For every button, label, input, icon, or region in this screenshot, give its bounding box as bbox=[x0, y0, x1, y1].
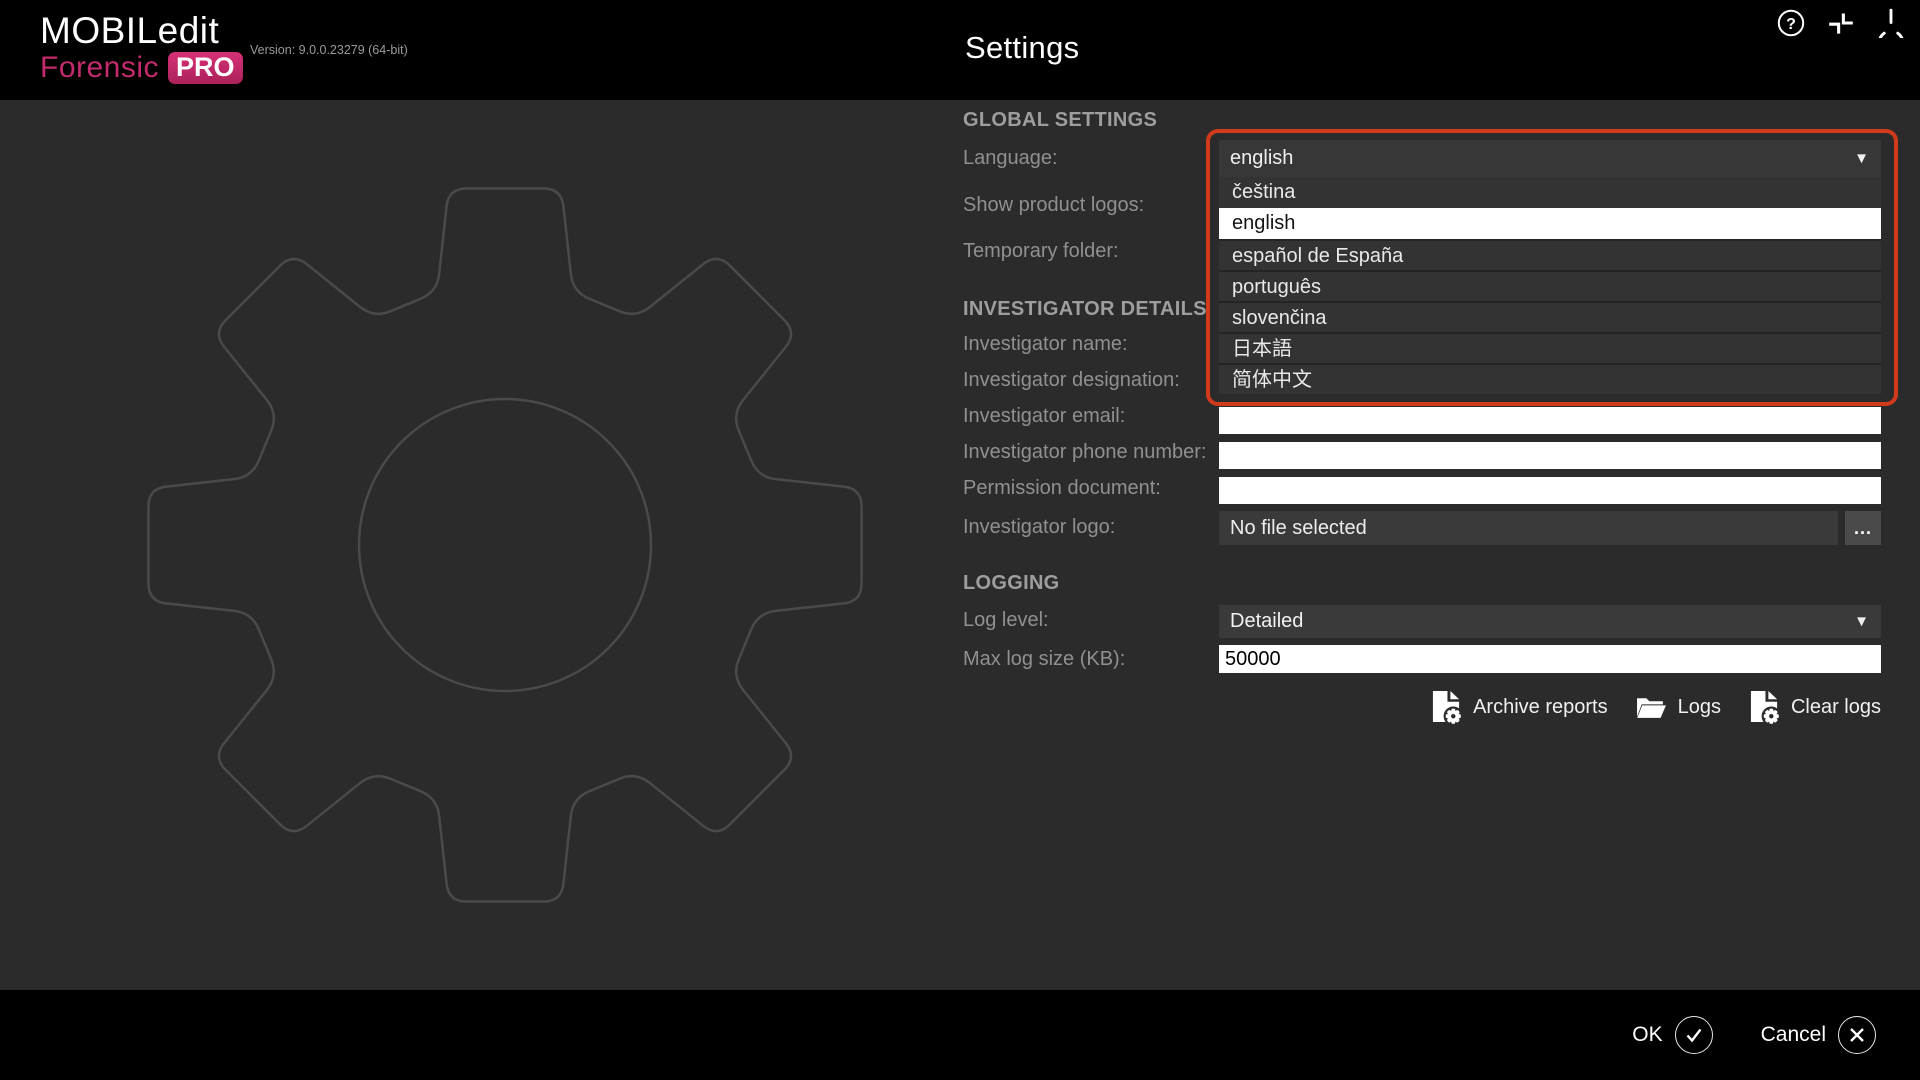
global-settings-header: GLOBAL SETTINGS bbox=[963, 109, 1157, 132]
investigator-details-header: INVESTIGATOR DETAILS bbox=[963, 298, 1207, 321]
document-gear-icon bbox=[1749, 690, 1780, 725]
page-title: Settings bbox=[965, 30, 1079, 66]
document-gear-icon bbox=[1431, 690, 1462, 725]
chevron-down-icon: ▼ bbox=[1854, 613, 1869, 630]
permission-document-label: Permission document: bbox=[963, 477, 1161, 500]
language-dropdown[interactable]: english ▼ bbox=[1219, 140, 1881, 177]
check-icon bbox=[1675, 1016, 1713, 1054]
logs-label: Logs bbox=[1678, 696, 1721, 719]
investigator-email-field[interactable] bbox=[1219, 407, 1881, 434]
language-option[interactable]: português bbox=[1219, 270, 1881, 301]
power-icon bbox=[1876, 8, 1906, 38]
language-dropdown-value: english bbox=[1230, 147, 1854, 170]
investigator-logo-field[interactable]: No file selected bbox=[1219, 511, 1838, 545]
folder-icon bbox=[1636, 695, 1667, 720]
max-log-size-label: Max log size (KB): bbox=[963, 648, 1125, 671]
language-label: Language: bbox=[963, 147, 1058, 170]
log-level-value: Detailed bbox=[1230, 610, 1854, 633]
cancel-label: Cancel bbox=[1761, 1023, 1826, 1047]
language-option[interactable]: čeština bbox=[1219, 177, 1881, 208]
investigator-name-label: Investigator name: bbox=[963, 333, 1128, 356]
chevron-down-icon: ▼ bbox=[1854, 150, 1869, 167]
svg-text:?: ? bbox=[1786, 16, 1796, 33]
pro-badge: PRO bbox=[168, 52, 243, 84]
language-option-list: češtinaenglishespañol de Españaportuguês… bbox=[1219, 177, 1881, 394]
cancel-button[interactable]: Cancel bbox=[1761, 1016, 1876, 1054]
top-bar: MOBILedit Forensic PRO Version: 9.0.0.23… bbox=[0, 0, 1920, 100]
help-icon: ? bbox=[1776, 8, 1806, 38]
investigator-email-label: Investigator email: bbox=[963, 405, 1125, 428]
power-button[interactable] bbox=[1876, 8, 1906, 38]
language-option[interactable]: 简体中文 bbox=[1219, 363, 1881, 394]
investigator-phone-label: Investigator phone number: bbox=[963, 441, 1207, 464]
max-log-size-input[interactable] bbox=[1219, 645, 1881, 673]
investigator-logo-label: Investigator logo: bbox=[963, 516, 1115, 539]
investigator-logo-value: No file selected bbox=[1230, 517, 1367, 539]
dock-window-button[interactable] bbox=[1826, 8, 1856, 38]
permission-document-field[interactable] bbox=[1219, 477, 1881, 504]
investigator-phone-field[interactable] bbox=[1219, 442, 1881, 469]
version-text: Version: 9.0.0.23279 (64-bit) bbox=[250, 43, 408, 57]
app-logo: MOBILedit Forensic PRO bbox=[40, 12, 243, 84]
log-level-label: Log level: bbox=[963, 609, 1049, 632]
bottom-bar: OK Cancel bbox=[0, 990, 1920, 1080]
close-icon bbox=[1838, 1016, 1876, 1054]
clear-logs-label: Clear logs bbox=[1791, 696, 1881, 719]
gear-watermark bbox=[140, 180, 870, 910]
investigator-designation-label: Investigator designation: bbox=[963, 369, 1180, 392]
language-option[interactable]: español de España bbox=[1219, 239, 1881, 270]
language-option[interactable]: english bbox=[1219, 208, 1881, 239]
browse-button[interactable]: ... bbox=[1845, 511, 1881, 545]
language-option[interactable]: slovenčina bbox=[1219, 301, 1881, 332]
logo-secondary: Forensic bbox=[40, 53, 159, 83]
help-button[interactable]: ? bbox=[1776, 8, 1806, 38]
temp-folder-label: Temporary folder: bbox=[963, 240, 1119, 263]
logo-primary: MOBILedit bbox=[40, 12, 243, 49]
ok-label: OK bbox=[1632, 1023, 1662, 1047]
archive-reports-button[interactable]: Archive reports bbox=[1431, 690, 1608, 725]
log-level-dropdown[interactable]: Detailed ▼ bbox=[1219, 605, 1881, 638]
ok-button[interactable]: OK bbox=[1632, 1016, 1712, 1054]
dock-window-icon bbox=[1828, 10, 1854, 36]
ellipsis-icon: ... bbox=[1854, 518, 1872, 539]
clear-logs-button[interactable]: Clear logs bbox=[1749, 690, 1881, 725]
language-option[interactable]: 日本語 bbox=[1219, 332, 1881, 363]
archive-reports-label: Archive reports bbox=[1473, 696, 1608, 719]
show-logos-label: Show product logos: bbox=[963, 194, 1144, 217]
logs-button[interactable]: Logs bbox=[1636, 695, 1721, 720]
logging-header: LOGGING bbox=[963, 572, 1060, 595]
